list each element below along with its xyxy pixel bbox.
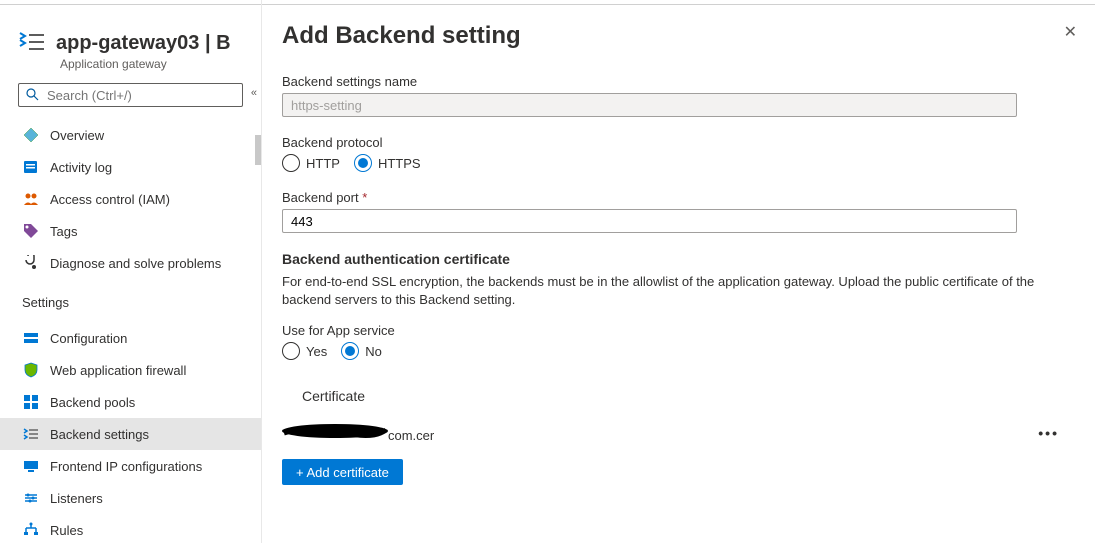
listen-icon [22, 489, 40, 507]
config-icon [22, 329, 40, 347]
sidebar-item-label: Activity log [50, 160, 112, 175]
resource-type-label: Application gateway [0, 57, 261, 71]
backend-port-label: Backend port * [282, 190, 1083, 205]
protocol-http-label: HTTP [306, 156, 340, 171]
redaction-mark [282, 422, 388, 436]
rules-icon [22, 521, 40, 539]
scrollbar[interactable] [255, 135, 261, 165]
tags-icon [22, 222, 40, 240]
frontend-icon [22, 457, 40, 475]
blade-panel: ✕ Add Backend setting Backend settings n… [262, 0, 1095, 543]
search-icon [26, 88, 39, 104]
settings-section-header: Settings [0, 279, 261, 316]
certificate-filename: com.cer [282, 422, 434, 443]
certificate-more-icon[interactable]: ••• [1038, 425, 1059, 441]
overview-icon [22, 126, 40, 144]
iam-icon [22, 190, 40, 208]
close-icon[interactable]: ✕ [1064, 22, 1077, 42]
diagnose-icon [22, 254, 40, 272]
appsvc-yes-radio[interactable]: Yes [282, 342, 327, 360]
left-panel: app-gateway03 | B Application gateway « … [0, 0, 262, 543]
sidebar-item-label: Diagnose and solve problems [50, 256, 221, 271]
appsvc-no-label: No [365, 344, 382, 359]
sidebar-item-tags[interactable]: Tags [0, 215, 261, 247]
search-input[interactable] [18, 83, 243, 107]
app-service-label: Use for App service [282, 323, 1083, 338]
sidebar-item-label: Frontend IP configurations [50, 459, 202, 474]
protocol-https-label: HTTPS [378, 156, 421, 171]
auth-cert-description: For end-to-end SSL encryption, the backe… [282, 273, 1082, 309]
activity-icon [22, 158, 40, 176]
auth-cert-header: Backend authentication certificate [282, 251, 1083, 267]
bsettings-icon [22, 425, 40, 443]
add-certificate-button[interactable]: + Add certificate [282, 459, 403, 485]
certificate-row: com.cer ••• [282, 412, 1083, 453]
bpool-icon [22, 393, 40, 411]
breadcrumb-title: app-gateway03 | B [56, 32, 231, 55]
backend-port-input[interactable] [282, 209, 1017, 233]
app-gateway-icon [18, 30, 46, 55]
sidebar-item-label: Listeners [50, 491, 103, 506]
backend-name-label: Backend settings name [282, 74, 1083, 89]
sidebar-item-label: Backend pools [50, 395, 135, 410]
sidebar-item-access-control-iam-[interactable]: Access control (IAM) [0, 183, 261, 215]
sidebar-item-rules[interactable]: Rules [0, 514, 261, 546]
appsvc-no-radio[interactable]: No [341, 342, 382, 360]
sidebar-item-label: Rules [50, 523, 83, 538]
backend-protocol-label: Backend protocol [282, 135, 1083, 150]
certificate-section-header: Certificate [282, 378, 1083, 412]
sidebar-item-label: Overview [50, 128, 104, 143]
sidebar-item-frontend-ip-configurations[interactable]: Frontend IP configurations [0, 450, 261, 482]
sidebar-item-diagnose-and-solve-problems[interactable]: Diagnose and solve problems [0, 247, 261, 279]
sidebar-item-backend-settings[interactable]: Backend settings [0, 418, 261, 450]
sidebar-item-label: Backend settings [50, 427, 149, 442]
sidebar-item-listeners[interactable]: Listeners [0, 482, 261, 514]
sidebar-item-backend-pools[interactable]: Backend pools [0, 386, 261, 418]
sidebar-item-activity-log[interactable]: Activity log [0, 151, 261, 183]
sidebar-item-web-application-firewall[interactable]: Web application firewall [0, 354, 261, 386]
panel-title: Add Backend setting [282, 22, 1083, 50]
sidebar-item-overview[interactable]: Overview [0, 119, 261, 151]
backend-name-input [282, 93, 1017, 117]
protocol-https-radio[interactable]: HTTPS [354, 154, 421, 172]
protocol-http-radio[interactable]: HTTP [282, 154, 340, 172]
sidebar-item-label: Web application firewall [50, 363, 186, 378]
sidebar-item-label: Tags [50, 224, 77, 239]
sidebar-item-configuration[interactable]: Configuration [0, 322, 261, 354]
sidebar-item-label: Configuration [50, 331, 127, 346]
sidebar-item-label: Access control (IAM) [50, 192, 170, 207]
waf-icon [22, 361, 40, 379]
collapse-sidebar-button[interactable]: « [251, 87, 257, 99]
appsvc-yes-label: Yes [306, 344, 327, 359]
